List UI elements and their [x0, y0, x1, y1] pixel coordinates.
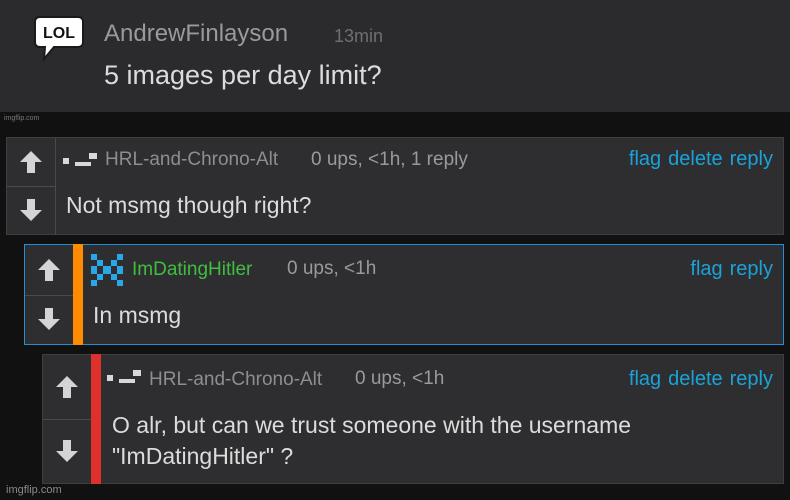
vote-column: [7, 138, 56, 234]
parent-comment: LOL AndrewFinlayson 13min 5 images per d…: [0, 0, 790, 112]
arrow-up-icon: [56, 376, 78, 398]
comment-3: HRL-and-Chrono-Alt 0 ups, <1h flag delete…: [42, 354, 784, 484]
comment-username[interactable]: ImDatingHitler: [132, 259, 252, 281]
small-watermark: imgflip.com: [4, 115, 40, 122]
delete-link[interactable]: delete: [668, 368, 723, 390]
arrow-up-icon: [20, 151, 42, 173]
comment-1: HRL-and-Chrono-Alt 0 ups, <1h, 1 reply f…: [6, 137, 784, 235]
parent-comment-text: 5 images per day limit?: [104, 60, 382, 90]
user-avatar[interactable]: [61, 148, 101, 170]
flag-link[interactable]: flag: [629, 368, 661, 390]
flag-link[interactable]: flag: [629, 148, 661, 170]
arrow-down-icon: [56, 440, 78, 462]
comment-meta: 0 ups, <1h, 1 reply: [311, 149, 468, 170]
parent-username[interactable]: AndrewFinlayson: [104, 20, 288, 48]
lol-speech-bubble-icon: LOL: [34, 16, 84, 62]
downvote-button[interactable]: [7, 186, 55, 234]
depth-stripe-orange: [73, 244, 83, 345]
delete-link[interactable]: delete: [668, 148, 723, 170]
comment-2: ImDatingHitler 0 ups, <1h flag reply In m…: [24, 244, 784, 345]
vote-column: [25, 245, 74, 344]
svg-text:LOL: LOL: [43, 25, 75, 42]
flag-link[interactable]: flag: [690, 258, 722, 280]
comment-username[interactable]: HRL-and-Chrono-Alt: [105, 149, 278, 171]
arrow-down-icon: [38, 308, 60, 331]
comment-actions: flag delete reply: [622, 148, 773, 171]
depth-stripe-red: [91, 354, 101, 484]
comment-text-line-1: O alr, but can we trust someone with the…: [112, 412, 632, 438]
comment-username[interactable]: HRL-and-Chrono-Alt: [149, 369, 322, 391]
upvote-button[interactable]: [43, 355, 91, 420]
downvote-button[interactable]: [43, 419, 91, 483]
arrow-down-icon: [20, 199, 42, 221]
comment-text: Not msmg though right?: [66, 192, 312, 218]
reply-link[interactable]: reply: [730, 368, 773, 390]
parent-timestamp: 13min: [334, 26, 384, 46]
arrow-up-icon: [38, 258, 60, 281]
comment-text: In msmg: [93, 302, 182, 328]
vote-column: [43, 355, 92, 483]
user-avatar[interactable]: [89, 252, 125, 288]
comment-meta: 0 ups, <1h: [287, 258, 377, 279]
imgflip-watermark: imgflip.com: [6, 484, 62, 496]
comment-text-line-2: "ImDatingHitler" ?: [112, 443, 294, 469]
comment-actions: flag delete reply: [622, 368, 773, 391]
comment-meta: 0 ups, <1h: [355, 368, 445, 389]
upvote-button[interactable]: [25, 245, 73, 296]
reply-link[interactable]: reply: [730, 258, 773, 280]
comment-actions: flag reply: [683, 258, 773, 281]
downvote-button[interactable]: [25, 295, 73, 345]
upvote-button[interactable]: [7, 138, 55, 187]
user-avatar[interactable]: [105, 365, 145, 387]
reply-link[interactable]: reply: [730, 148, 773, 170]
